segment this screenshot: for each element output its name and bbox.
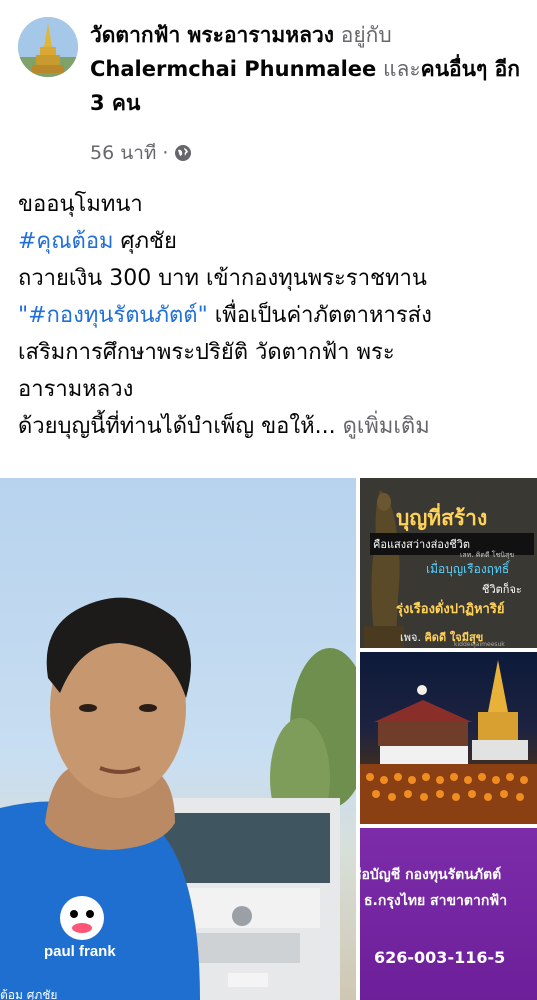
tile-temple-photo[interactable] (360, 652, 537, 824)
quote-open: " (18, 303, 29, 328)
tile1-foot-prefix: เพจ. (400, 631, 421, 644)
hashtag-link[interactable]: #กองทุนรัตนภัตต์ (28, 303, 197, 328)
tile1-line5: รุ่งเรืองดั่งปาฏิหาริย์ (396, 602, 505, 617)
post-text-fragment: ด้วยบุญนี้ที่ท่านได้บำเพ็ญ ขอให้... (18, 414, 336, 439)
tile1-handle: kiddeejaimeesuk (454, 641, 505, 648)
quote-close: " (197, 303, 208, 328)
shirt-text: paul frank (44, 943, 116, 960)
page-name-link[interactable]: วัดตากฟ้า พระอารามหลวง (90, 23, 334, 47)
main-photo-caption: ต้อม ศุภชัย (0, 988, 58, 1000)
media-grid: paul frank ต้อม ศุภชัย บุญที่สร้าง คือแส… (0, 478, 537, 1000)
post-text: ขออนุโมทนา #คุณต้อม ศุภชัย ถวายเงิน 300 … (18, 186, 528, 445)
globe-icon[interactable] (174, 144, 192, 162)
tagged-person-link[interactable]: Chalermchai Phunmalee (90, 57, 376, 81)
post-byline: วัดตากฟ้า พระอารามหลวง อยู่กับ Chalermch… (90, 18, 530, 120)
and-label: และ (382, 57, 421, 81)
account-name-label: ชื่อบัญชี กองทุนรัตนภัตต์ (360, 867, 502, 883)
selfie-illustration: paul frank (0, 597, 356, 1000)
name-suffix: ศุภชัย (113, 229, 177, 254)
account-number: 626-003-116-5 (374, 948, 506, 967)
post-text-line: ถวายเงิน 300 บาท เข้ากองทุนพระราชทาน (18, 266, 427, 291)
post-text-fragment: เพื่อเป็นค่าภัตตาหารส่ง (207, 303, 432, 328)
tile1-line3: เมื่อบุญเรืองฤทธิ์ (426, 562, 510, 576)
hashtag-link[interactable]: #คุณต้อม (18, 229, 114, 254)
post-text-line: ขออนุโมทนา (18, 192, 143, 217)
see-more-link[interactable]: ดูเพิ่มเติม (343, 414, 430, 439)
post-text-line: #คุณต้อม ศุภชัย (18, 223, 528, 260)
post-text-line: ด้วยบุญนี้ที่ท่านได้บำเพ็ญ ขอให้... ดูเพ… (18, 408, 528, 445)
post-text-line: อารามหลวง (18, 377, 134, 402)
tile1-title: บุญที่สร้าง (396, 506, 488, 530)
meta-separator: · (162, 142, 169, 164)
bank-branch-label: ธ.กรุงไทย สาขาตากฟ้า (364, 893, 508, 909)
tile1-line4: ชีวิตก็จะ (482, 583, 522, 596)
post-meta: 56 นาที · (90, 138, 192, 168)
post-text-line: เสริมการศึกษาพระปริยัติ วัดตากฟ้า พระ (18, 340, 395, 365)
tile-account-info[interactable]: ชื่อบัญชี กองทุนรัตนภัตต์ ธ.กรุงไทย สาขา… (360, 828, 537, 1000)
temple-illustration (360, 660, 537, 824)
tile-quote-image[interactable]: บุญที่สร้าง คือแสงสว่างส่องชีวิต เลท. คิ… (360, 478, 537, 648)
post-time[interactable]: 56 นาที (90, 138, 156, 168)
with-label: อยู่กับ (340, 23, 392, 47)
post-header: วัดตากฟ้า พระอารามหลวง อยู่กับ Chalermch… (0, 0, 537, 180)
main-photo[interactable]: paul frank ต้อม ศุภชัย (0, 478, 356, 1000)
post-text-line: "#กองทุนรัตนภัตต์" เพื่อเป็นค่าภัตตาหารส… (18, 297, 528, 334)
page-avatar[interactable] (18, 17, 78, 77)
